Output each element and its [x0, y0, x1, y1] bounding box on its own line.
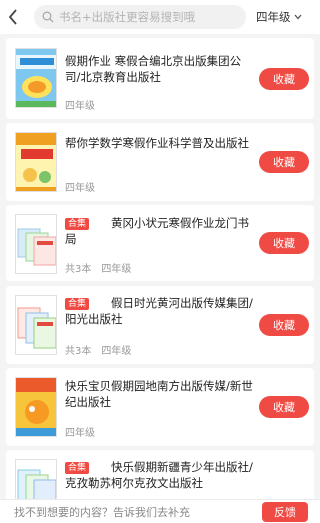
volume-count: 共3本 [65, 264, 92, 275]
book-meta: 共3本 四年级 [65, 260, 131, 275]
favorite-button[interactable]: 收藏 [259, 151, 309, 173]
list-item[interactable]: 合集 黄冈小状元寒假作业龙门书局 共3本 四年级 收藏 [6, 205, 314, 281]
collection-tag: 合集 [65, 462, 90, 474]
back-button[interactable] [0, 0, 26, 34]
book-title: 帮你学数学寒假作业科学普及出版社 [65, 136, 249, 150]
book-cover [15, 214, 57, 274]
feedback-button[interactable]: 反馈 [262, 502, 308, 522]
book-cover [15, 377, 57, 437]
list-item[interactable]: 假期作业 寒假合编北京出版集团公司/北京教育出版社 四年级 收藏 [6, 38, 314, 119]
book-cover [15, 132, 57, 192]
list-item[interactable]: 帮你学数学寒假作业科学普及出版社 四年级 收藏 [6, 123, 314, 201]
search-box[interactable] [34, 5, 246, 29]
book-meta: 共3本 四年级 [65, 342, 131, 357]
book-cover [15, 48, 57, 108]
favorite-button[interactable]: 收藏 [259, 232, 309, 254]
grade-label: 四年级 [65, 101, 95, 112]
top-bar: 四年级 [0, 0, 320, 34]
book-title-row: 合集 快乐假期新疆青少年出版社/克孜勒苏柯尔克孜文出版社 [65, 459, 253, 491]
search-input[interactable] [59, 10, 235, 24]
grade-label: 四年级 [101, 264, 132, 275]
book-title-row: 合集 假日时光黄河出版传媒集团/阳光出版社 [65, 295, 253, 327]
favorite-button[interactable]: 收藏 [259, 396, 309, 418]
book-cover [15, 295, 57, 355]
grade-filter-label: 四年级 [256, 10, 291, 24]
back-arrow-icon [8, 9, 17, 25]
book-meta: 四年级 [65, 424, 95, 439]
book-title: 快乐假期新疆青少年出版社/克孜勒苏柯尔克孜文出版社 [65, 460, 253, 490]
feedback-tip: 找不到想要的内容？告诉我们去补充 [14, 505, 190, 519]
book-cover [15, 459, 57, 504]
grade-label: 四年级 [65, 183, 95, 194]
book-title: 假日时光黄河出版传媒集团/阳光出版社 [65, 296, 253, 326]
search-icon [42, 11, 54, 23]
book-title-row: 合集 黄冈小状元寒假作业龙门书局 [65, 215, 253, 247]
book-title: 快乐宝贝假期园地南方出版传媒/新世纪出版社 [65, 379, 253, 409]
grade-label: 四年级 [101, 346, 132, 357]
list-item[interactable]: 合集 假日时光黄河出版传媒集团/阳光出版社 共3本 四年级 收藏 [6, 286, 314, 364]
book-title: 黄冈小状元寒假作业龙门书局 [65, 216, 250, 246]
favorite-button[interactable]: 收藏 [259, 314, 309, 336]
collection-tag: 合集 [65, 298, 90, 310]
favorite-button[interactable]: 收藏 [259, 68, 309, 90]
book-meta: 四年级 [65, 179, 95, 194]
book-title: 假期作业 寒假合编北京出版集团公司/北京教育出版社 [65, 54, 242, 84]
grade-filter[interactable]: 四年级 [256, 9, 302, 25]
list-item[interactable]: 快乐宝贝假期园地南方出版传媒/新世纪出版社 四年级 收藏 [6, 368, 314, 446]
collection-tag: 合集 [65, 218, 90, 230]
book-meta: 四年级 [65, 97, 95, 112]
feedback-bar: 找不到想要的内容？告诉我们去补充 反馈 [0, 499, 320, 523]
chevron-down-icon [294, 14, 301, 20]
volume-count: 共3本 [65, 346, 92, 357]
grade-label: 四年级 [65, 428, 95, 439]
